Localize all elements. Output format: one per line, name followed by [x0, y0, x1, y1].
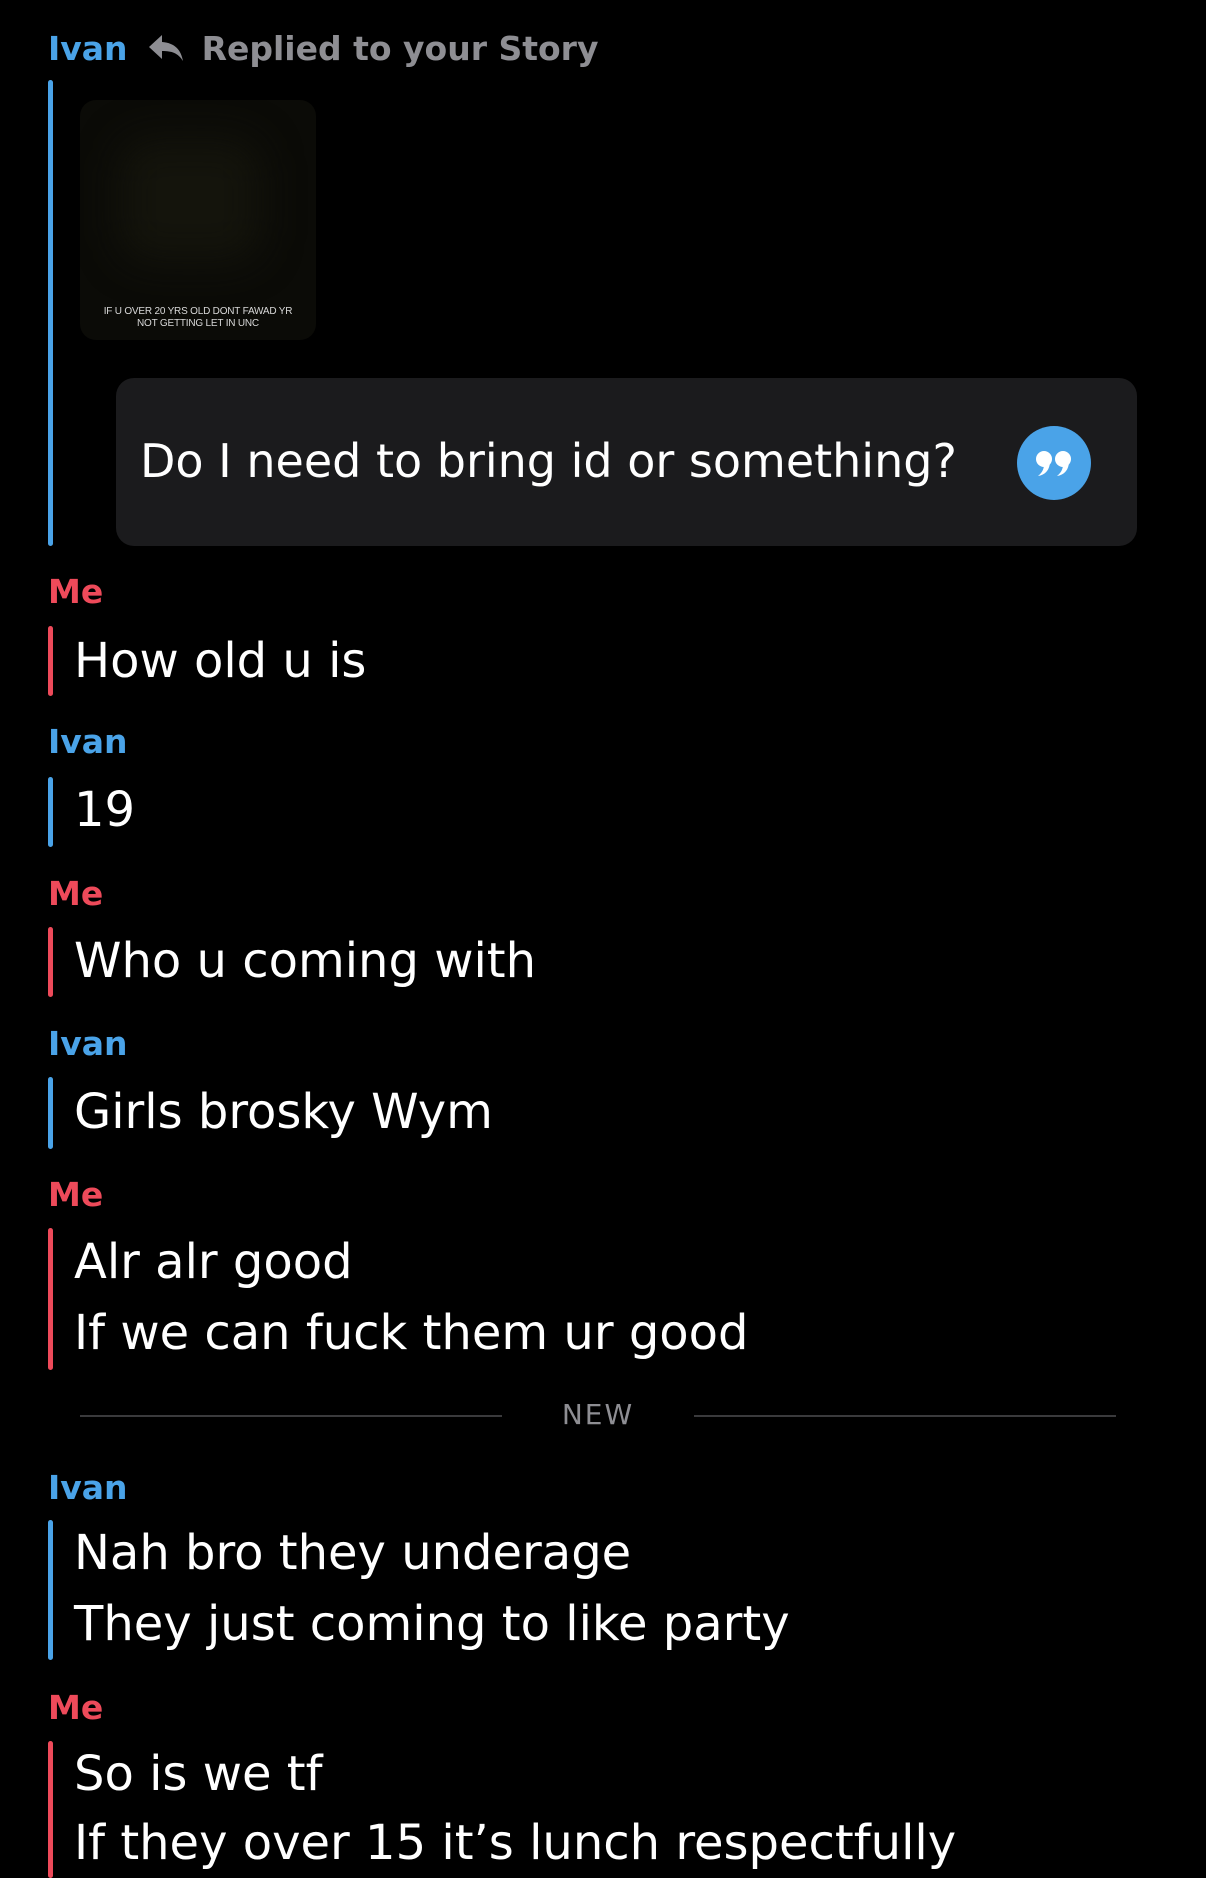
quote-icon — [1017, 426, 1091, 500]
reply-sender-name: Ivan — [48, 28, 128, 68]
story-caption-line-1: IF U OVER 20 YRS OLD DONT FAWAD YR — [103, 306, 293, 317]
story-caption-line-2: NOT GETTING LET IN UNC — [137, 318, 259, 329]
message-bar-ivan — [48, 777, 53, 847]
message-text: How old u is — [74, 633, 367, 689]
message-text: Nah bro they underage — [74, 1525, 632, 1581]
message-text: If we can fuck them ur good — [74, 1305, 749, 1361]
reply-arrow-icon — [148, 35, 183, 61]
message-bar-ivan — [48, 1077, 53, 1149]
message-sender-me: Me — [48, 1688, 104, 1727]
story-caption: IF U OVER 20 YRS OLD DONT FAWAD YR NOT G… — [80, 306, 316, 330]
message-bar-me — [48, 626, 53, 696]
reply-header: Ivan Replied to your Story — [48, 20, 598, 76]
message-text: 19 — [74, 782, 136, 838]
message-text: Who u coming with — [74, 933, 537, 989]
message-sender-me: Me — [48, 874, 104, 913]
quoted-reply-bubble[interactable]: Do I need to bring id or something? — [116, 378, 1137, 546]
reply-action-text: Replied to your Story — [201, 28, 599, 68]
message-text: Girls brosky Wym — [74, 1084, 493, 1140]
story-reply-bar — [48, 80, 53, 546]
message-sender-ivan: Ivan — [48, 1024, 128, 1063]
message-bar-ivan — [48, 1520, 53, 1660]
story-thumbnail[interactable]: IF U OVER 20 YRS OLD DONT FAWAD YR NOT G… — [80, 100, 316, 340]
message-bar-me — [48, 1228, 53, 1370]
message-text: If they over 15 it’s lunch respectfully — [74, 1815, 957, 1871]
quoted-message-text: Do I need to bring id or something? — [140, 434, 957, 488]
message-sender-ivan: Ivan — [48, 722, 128, 761]
message-sender-ivan: Ivan — [48, 1468, 128, 1507]
message-text: Alr alr good — [74, 1234, 353, 1290]
message-bar-me — [48, 1741, 53, 1878]
message-sender-me: Me — [48, 1175, 104, 1214]
message-text: They just coming to like party — [74, 1596, 790, 1652]
message-bar-me — [48, 927, 53, 997]
message-sender-me: Me — [48, 572, 104, 611]
new-divider-line-right — [694, 1415, 1116, 1417]
message-text: So is we tf — [74, 1746, 323, 1802]
